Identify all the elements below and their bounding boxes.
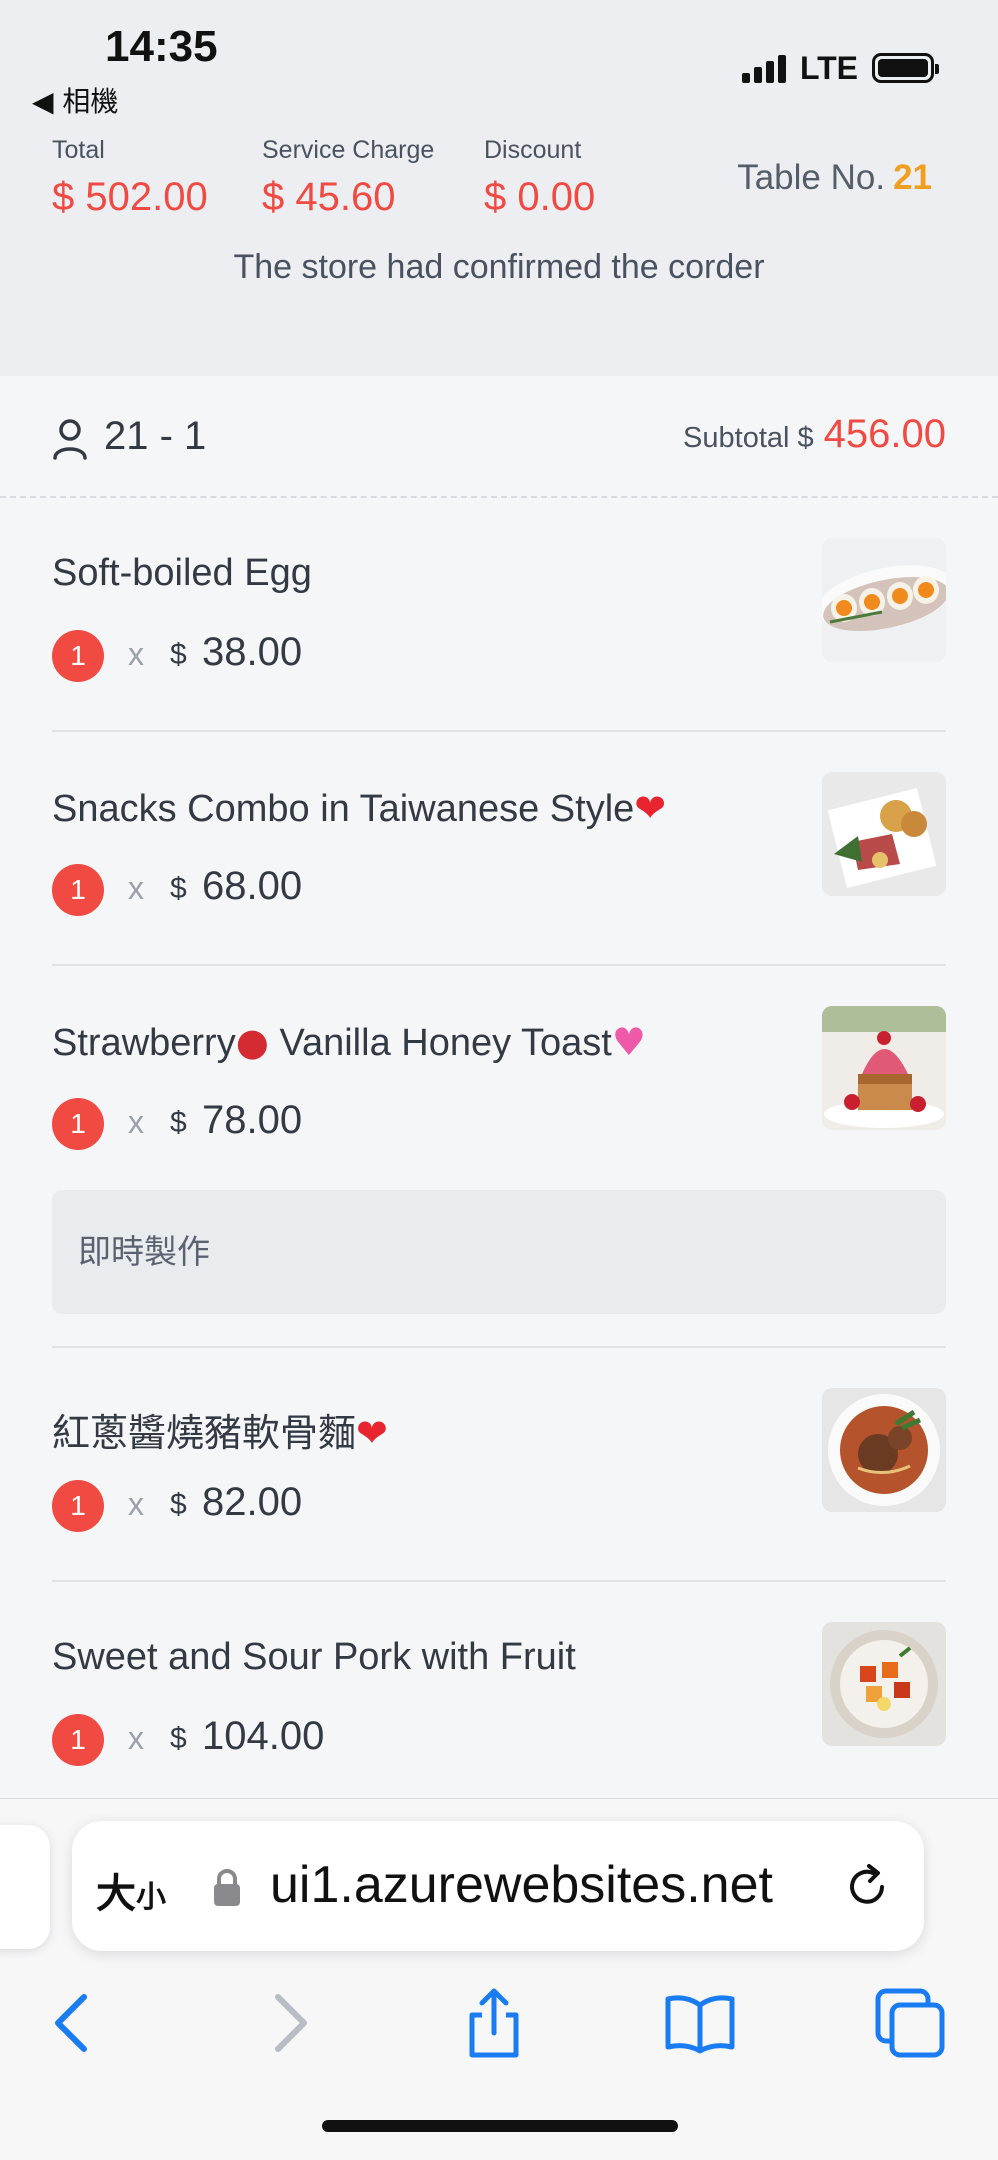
- group-label: 21 - 1: [104, 414, 207, 458]
- food-image-sweet-sour-pork: [822, 1622, 946, 1746]
- food-image-noodles: [822, 1388, 946, 1512]
- times-sign: x: [128, 636, 144, 672]
- currency-sign: $: [170, 1488, 187, 1521]
- service-charge-value: $ 45.60: [262, 175, 396, 219]
- reload-icon[interactable]: [842, 1861, 892, 1911]
- discount-value: $ 0.00: [484, 175, 596, 219]
- quantity-badge: 1: [52, 1714, 104, 1766]
- heart-icon: ❤: [634, 786, 667, 830]
- item-price: 78.00: [202, 1098, 303, 1142]
- quantity-badge: 1: [52, 864, 104, 916]
- total-value: $ 502.00: [52, 175, 208, 219]
- back-to-app-link[interactable]: ◀ 相機: [32, 80, 118, 120]
- food-image-strawberry-toast: [822, 1006, 946, 1130]
- currency-sign: $: [170, 872, 187, 905]
- list-item[interactable]: Strawberry● Vanilla Honey Toast♥ 1 x $ 7…: [52, 966, 946, 1348]
- battery-icon: [872, 53, 939, 83]
- list-item[interactable]: Sweet and Sour Pork with Fruit 1 x $ 104…: [52, 1582, 946, 1816]
- table-number-value: 21: [893, 158, 932, 197]
- order-page: 14:35 ◀ 相機 LTE Total $ 502.00 Service Ch…: [0, 0, 998, 2160]
- total-block: Total $ 502.00: [52, 136, 208, 220]
- heart-icon: ❤: [356, 1411, 388, 1455]
- item-name: Sweet and Sour Pork with Fruit: [52, 1636, 576, 1678]
- currency-sign: $: [170, 1106, 187, 1139]
- item-name: Strawberry● Vanilla Honey Toast♥: [52, 1020, 646, 1064]
- subtotal: Subtotal $ 456.00: [683, 412, 946, 457]
- quantity-badge: 1: [52, 1480, 104, 1532]
- item-name: Snacks Combo in Taiwanese Style❤: [52, 786, 667, 830]
- item-name: Soft-boiled Egg: [52, 552, 312, 594]
- times-sign: x: [128, 1720, 144, 1756]
- subtotal-value: 456.00: [823, 412, 946, 456]
- list-item[interactable]: Snacks Combo in Taiwanese Style❤ 1 x $ 6…: [52, 732, 946, 966]
- table-label: Table No.: [737, 158, 886, 197]
- person-icon: [53, 419, 87, 460]
- tabs-icon[interactable]: [874, 1987, 946, 2059]
- item-price: 38.00: [202, 630, 303, 674]
- times-sign: x: [128, 870, 144, 906]
- status-time: 14:35: [105, 22, 218, 71]
- order-list: 21 - 1 Subtotal $ 456.00 Soft-boiled Egg…: [0, 378, 998, 1816]
- order-summary-header: 14:35 ◀ 相機 LTE Total $ 502.00 Service Ch…: [0, 0, 998, 376]
- item-name: 紅蔥醬燒豬軟骨麵❤: [52, 1411, 388, 1455]
- quantity-badge: 1: [52, 1098, 104, 1150]
- currency-sign: $: [170, 638, 187, 671]
- table-number: Table No. 21: [737, 158, 932, 198]
- item-note: 即時製作: [52, 1190, 946, 1314]
- share-icon[interactable]: [458, 1987, 530, 2059]
- list-item[interactable]: Soft-boiled Egg 1 x $ 38.00: [52, 498, 946, 732]
- food-image-egg: [822, 538, 946, 662]
- item-price: 68.00: [202, 864, 303, 908]
- back-icon[interactable]: [38, 1987, 110, 2059]
- confirm-message: The store had confirmed the corder: [233, 248, 765, 286]
- order-group-header: 21 - 1 Subtotal $ 456.00: [0, 378, 998, 498]
- signal-icon: [741, 53, 786, 83]
- previous-tab-peek[interactable]: [0, 1825, 50, 1949]
- total-label: Total: [52, 136, 105, 164]
- quantity-badge: 1: [52, 630, 104, 682]
- address-bar[interactable]: 大小 ui1.azurewebsites.net: [72, 1821, 924, 1951]
- service-charge-block: Service Charge $ 45.60: [262, 136, 434, 220]
- status-indicators: LTE: [741, 48, 939, 88]
- currency-sign: $: [170, 1722, 187, 1755]
- sparkle-heart-icon: ♥: [611, 1020, 646, 1064]
- subtotal-label: Subtotal $: [683, 422, 814, 454]
- forward-icon[interactable]: [252, 1987, 324, 2059]
- food-image-snacks-combo: [822, 772, 946, 896]
- times-sign: x: [128, 1486, 144, 1522]
- item-price: 82.00: [202, 1480, 303, 1524]
- lock-icon: [214, 1869, 240, 1906]
- discount-label: Discount: [484, 136, 582, 164]
- home-indicator[interactable]: [322, 2120, 678, 2132]
- url-text[interactable]: ui1.azurewebsites.net: [270, 1855, 773, 1915]
- times-sign: x: [128, 1104, 144, 1140]
- text-size-button[interactable]: 大小: [96, 1861, 166, 1919]
- bookmarks-icon[interactable]: [664, 1987, 736, 2059]
- strawberry-icon: ●: [235, 1020, 269, 1064]
- discount-block: Discount $ 0.00: [484, 136, 595, 220]
- browser-chrome: 大小 ui1.azurewebsites.net: [0, 1798, 998, 2160]
- item-price: 104.00: [202, 1714, 325, 1758]
- service-charge-label: Service Charge: [262, 136, 435, 164]
- network-type: LTE: [799, 49, 858, 86]
- list-item[interactable]: 紅蔥醬燒豬軟骨麵❤ 1 x $ 82.00: [52, 1348, 946, 1582]
- browser-toolbar: [0, 1969, 998, 2079]
